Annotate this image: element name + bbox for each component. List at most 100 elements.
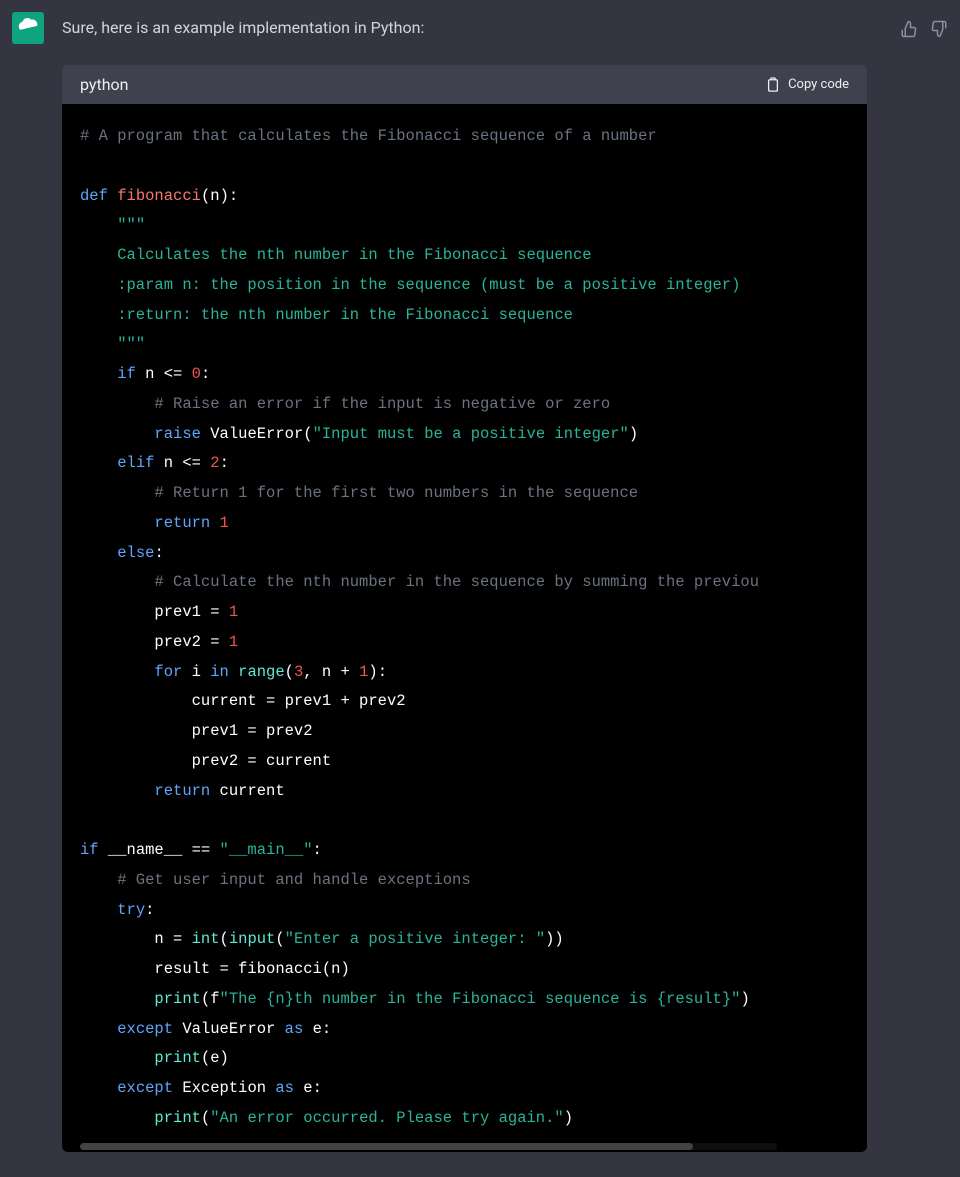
code-token: ValueError	[210, 425, 303, 443]
code-token: print	[154, 1109, 201, 1127]
code-token: 1	[229, 633, 238, 651]
code-language-label: python	[80, 75, 128, 94]
code-token: "__main__"	[220, 841, 313, 859]
code-token: """	[80, 335, 145, 353]
code-token: if	[80, 841, 99, 859]
copy-code-button[interactable]: Copy code	[766, 77, 849, 93]
openai-logo-icon	[17, 17, 39, 39]
code-token: 1	[359, 663, 368, 681]
feedback-buttons	[900, 20, 948, 38]
code-token: # Return 1 for the first two numbers in …	[80, 484, 638, 502]
code-token: ):	[220, 187, 239, 205]
code-line: # A program that calculates the Fibonacc…	[80, 127, 657, 145]
code-token: )	[629, 425, 638, 443]
code-token: except	[117, 1020, 173, 1038]
code-token: int	[192, 930, 220, 948]
code-token: as	[285, 1020, 304, 1038]
code-token: # Calculate the nth number in the sequen…	[80, 573, 759, 591]
code-token: ):	[368, 663, 387, 681]
code-token: e:	[294, 1079, 322, 1097]
code-token: except	[117, 1079, 173, 1097]
code-token: try	[117, 901, 145, 919]
horizontal-scrollbar[interactable]	[80, 1143, 777, 1150]
code-token: input	[229, 930, 276, 948]
code-token: n	[210, 187, 219, 205]
copy-code-label: Copy code	[788, 77, 849, 92]
code-token: (	[201, 1109, 210, 1127]
code-token: Exception	[173, 1079, 275, 1097]
code-token: for	[154, 663, 182, 681]
message-body: Sure, here is an example implementation …	[62, 12, 960, 1152]
code-token: def	[80, 187, 108, 205]
code-token: # Get user input and handle exceptions	[80, 871, 471, 889]
assistant-avatar	[12, 12, 44, 44]
code-header: python Copy code	[62, 65, 867, 104]
code-token: else	[117, 544, 154, 562]
code-token: prev1 =	[80, 603, 229, 621]
code-token: as	[275, 1079, 294, 1097]
assistant-message: Sure, here is an example implementation …	[0, 0, 960, 1152]
code-token: (f	[201, 990, 220, 1008]
code-token: 1	[220, 514, 229, 532]
code-token: ValueError	[173, 1020, 285, 1038]
thumbs-down-icon[interactable]	[930, 20, 948, 38]
code-token: 0	[192, 365, 201, 383]
code-token: (	[275, 930, 284, 948]
code-token: :	[220, 454, 229, 472]
code-token: 3	[294, 663, 303, 681]
code-token: (	[201, 187, 210, 205]
code-token: e:	[303, 1020, 331, 1038]
code-token: in	[210, 663, 229, 681]
code-token: ))	[545, 930, 564, 948]
code-token: )	[740, 990, 749, 1008]
code-token: Calculates the nth number in the Fibonac…	[80, 246, 592, 264]
thumbs-up-icon[interactable]	[900, 20, 918, 38]
code-token: "An error occurred. Please try again."	[210, 1109, 563, 1127]
code-token: :	[154, 544, 163, 562]
code-token: prev2 = current	[80, 752, 331, 770]
code-token: :return: the nth number in the Fibonacci…	[80, 306, 573, 324]
code-token: , n +	[303, 663, 359, 681]
code-token: prev2 =	[80, 633, 229, 651]
code-token: (e)	[201, 1049, 229, 1067]
code-token: (	[285, 663, 294, 681]
code-token: (	[303, 425, 312, 443]
code-token: elif	[117, 454, 154, 472]
code-token: :param n: the position in the sequence (…	[80, 276, 740, 294]
code-token: n =	[80, 930, 192, 948]
code-token: 1	[229, 603, 238, 621]
code-token: raise	[154, 425, 201, 443]
code-token: """	[117, 216, 145, 234]
code-token: n <=	[136, 365, 192, 383]
clipboard-icon	[766, 77, 780, 93]
code-token: result = fibonacci(n)	[80, 960, 350, 978]
code-token: return	[154, 514, 210, 532]
code-token: print	[154, 1049, 201, 1067]
code-token: # Raise an error if the input is negativ…	[80, 395, 610, 413]
code-body: # A program that calculates the Fibonacc…	[62, 104, 867, 1152]
code-token: i	[182, 663, 210, 681]
code-content[interactable]: # A program that calculates the Fibonacc…	[80, 122, 867, 1134]
code-token: return	[154, 782, 210, 800]
code-token: 2	[210, 454, 219, 472]
code-token: if	[117, 365, 136, 383]
code-block: python Copy code # A program that calcul…	[62, 65, 867, 1152]
code-token: :	[201, 365, 210, 383]
code-token: "Enter a positive integer: "	[285, 930, 545, 948]
code-token: current	[210, 782, 284, 800]
code-token: :	[145, 901, 154, 919]
scrollbar-thumb[interactable]	[80, 1143, 693, 1150]
code-token: __name__ ==	[99, 841, 220, 859]
code-token: n <=	[154, 454, 210, 472]
code-token: )	[564, 1109, 573, 1127]
code-token: range	[229, 663, 285, 681]
code-token: current = prev1 + prev2	[80, 692, 406, 710]
code-token: prev1 = prev2	[80, 722, 313, 740]
code-token: (	[220, 930, 229, 948]
message-intro-text: Sure, here is an example implementation …	[62, 18, 948, 37]
code-token: "Input must be a positive integer"	[313, 425, 629, 443]
code-token: print	[154, 990, 201, 1008]
code-token: fibonacci	[117, 187, 201, 205]
code-token: "The {n}th number in the Fibonacci seque…	[220, 990, 741, 1008]
code-token: :	[313, 841, 322, 859]
